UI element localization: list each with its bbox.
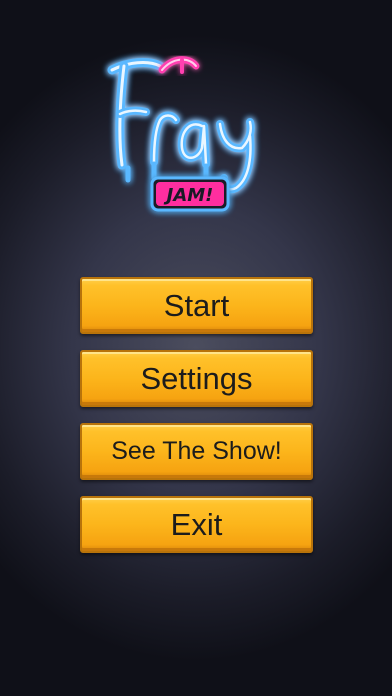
see-the-show-button[interactable]: See The Show! — [80, 423, 313, 480]
jam-badge: JAM! — [150, 176, 230, 212]
settings-button[interactable]: Settings — [80, 350, 313, 407]
start-button[interactable]: Start — [80, 277, 313, 334]
logo-graphic: JAM! — [107, 56, 255, 212]
jam-badge-text: JAM! — [164, 185, 214, 206]
main-menu-screen: JAM! Start Settings See The Show! Exit — [0, 0, 392, 696]
exit-button[interactable]: Exit — [80, 496, 313, 553]
game-logo: JAM! — [98, 40, 278, 230]
main-menu: Start Settings See The Show! Exit — [80, 277, 313, 553]
